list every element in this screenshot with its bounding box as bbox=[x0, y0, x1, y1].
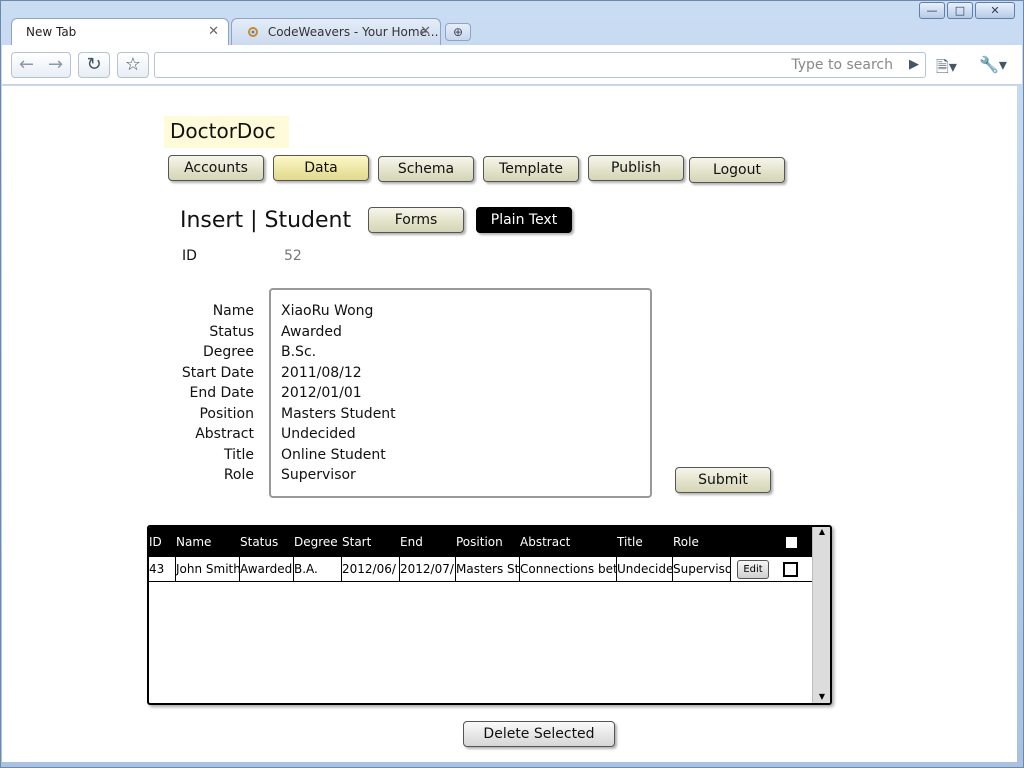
cell-title: Undecide bbox=[617, 557, 673, 582]
cell-position: Masters St bbox=[456, 557, 520, 582]
column-header-abstract[interactable]: Abstract bbox=[520, 535, 570, 549]
field-value-abstract: Undecided bbox=[281, 426, 356, 442]
star-icon[interactable]: ☆ bbox=[117, 52, 149, 78]
field-value-name: XiaoRu Wong bbox=[281, 303, 374, 319]
cell-role: Superviso bbox=[673, 557, 731, 582]
id-value: 52 bbox=[284, 248, 302, 264]
cell-status: Awarded bbox=[240, 557, 294, 582]
id-label: ID bbox=[182, 248, 197, 264]
tab-codeweavers[interactable]: CodeWeavers - Your Home... ✕ bbox=[231, 18, 441, 45]
browser-window: — □ ✕ New Tab ✕ CodeWeavers - Your Home.… bbox=[0, 0, 1024, 768]
field-value-end-date: 2012/01/01 bbox=[281, 385, 362, 401]
cell-abstract: Connections bet bbox=[520, 557, 617, 582]
table-header: ID Name Status Degree Start End Position… bbox=[149, 527, 812, 557]
window-controls: — □ ✕ bbox=[919, 2, 1015, 19]
nav-logout-button[interactable]: Logout bbox=[689, 157, 785, 183]
page-content: DoctorDoc Accounts Data Schema Template … bbox=[2, 86, 1017, 762]
field-value-start-date: 2011/08/12 bbox=[281, 364, 362, 381]
submit-button[interactable]: Submit bbox=[675, 467, 771, 493]
back-forward-group: ← → bbox=[11, 52, 71, 78]
field-label-status: Status bbox=[209, 323, 254, 340]
cell-name: John Smith bbox=[176, 557, 240, 582]
field-label-position: Position bbox=[199, 405, 254, 422]
page-title: Insert | Student bbox=[180, 208, 352, 233]
new-tab-icon[interactable]: ⊕ bbox=[445, 23, 471, 41]
field-label-abstract: Abstract bbox=[195, 426, 254, 442]
nav-publish-button[interactable]: Publish bbox=[588, 155, 684, 181]
select-all-checkbox[interactable] bbox=[786, 537, 797, 548]
nav-data-button[interactable]: Data bbox=[273, 155, 369, 181]
field-value-role: Supervisor bbox=[281, 467, 356, 483]
minimize-icon[interactable]: — bbox=[919, 2, 945, 19]
plain-text-button[interactable]: Plain Text bbox=[476, 207, 572, 233]
scroll-down-icon[interactable]: ▼ bbox=[813, 692, 830, 701]
column-header-role[interactable]: Role bbox=[673, 535, 699, 549]
field-labels: Name Status Degree Start Date End Date P… bbox=[162, 301, 254, 486]
column-header-name[interactable]: Name bbox=[176, 535, 211, 549]
codeweavers-icon bbox=[246, 26, 260, 38]
field-label-title: Title bbox=[223, 446, 254, 463]
plain-text-input[interactable]: XiaoRu Wong Awarded B.Sc. 2011/08/12 201… bbox=[269, 288, 652, 498]
table-row: 43 John Smith Awarded B.A. 2012/06/ 2012… bbox=[149, 557, 812, 582]
row-select-checkbox[interactable] bbox=[783, 562, 798, 577]
edit-button[interactable]: Edit bbox=[737, 560, 769, 579]
field-label-role: Role bbox=[223, 467, 254, 483]
browser-toolbar: ← → ↻ ☆ Type to search ▶ 🗎▾ 🔧▾ bbox=[2, 45, 1022, 85]
field-value-position: Masters Student bbox=[281, 405, 396, 422]
column-header-title[interactable]: Title bbox=[617, 535, 643, 549]
close-window-icon[interactable]: ✕ bbox=[975, 2, 1015, 19]
field-label-name: Name bbox=[212, 303, 254, 319]
column-header-status[interactable]: Status bbox=[240, 535, 278, 549]
field-value-degree: B.Sc. bbox=[281, 344, 317, 360]
field-label-start-date: Start Date bbox=[181, 364, 254, 381]
column-header-end[interactable]: End bbox=[400, 535, 423, 549]
table-scrollbar[interactable]: ▲ ▼ bbox=[812, 527, 830, 703]
column-header-position[interactable]: Position bbox=[456, 535, 503, 549]
maximize-icon[interactable]: □ bbox=[947, 2, 973, 19]
tab-new-tab[interactable]: New Tab ✕ bbox=[11, 18, 229, 45]
arrow-right-icon[interactable]: → bbox=[41, 53, 70, 77]
nav-schema-button[interactable]: Schema bbox=[378, 156, 474, 182]
column-header-degree[interactable]: Degree bbox=[294, 535, 338, 549]
tab-label: New Tab bbox=[26, 25, 77, 39]
field-label-end-date: End Date bbox=[189, 385, 254, 401]
tab-label: CodeWeavers - Your Home... bbox=[267, 25, 439, 39]
field-value-title: Online Student bbox=[281, 446, 386, 463]
records-table: ID Name Status Degree Start End Position… bbox=[147, 525, 832, 705]
nav-accounts-button[interactable]: Accounts bbox=[168, 155, 264, 181]
nav-template-button[interactable]: Template bbox=[483, 156, 579, 182]
page-icon[interactable]: 🗎▾ bbox=[936, 56, 957, 83]
cell-end: 2012/07/ bbox=[400, 557, 456, 582]
column-header-start[interactable]: Start bbox=[342, 535, 371, 549]
delete-selected-button[interactable]: Delete Selected bbox=[463, 721, 615, 747]
cell-degree: B.A. bbox=[294, 557, 342, 582]
forms-button[interactable]: Forms bbox=[368, 207, 464, 233]
reload-icon[interactable]: ↻ bbox=[78, 52, 110, 78]
arrow-left-icon[interactable]: ← bbox=[12, 53, 41, 77]
cell-id: 43 bbox=[149, 557, 176, 582]
search-placeholder: Type to search bbox=[791, 57, 893, 73]
wrench-icon[interactable]: 🔧▾ bbox=[979, 55, 1007, 74]
column-header-id[interactable]: ID bbox=[149, 535, 162, 549]
close-icon[interactable]: ✕ bbox=[420, 24, 431, 39]
address-bar[interactable]: Type to search ▶ bbox=[154, 52, 926, 78]
close-icon[interactable]: ✕ bbox=[208, 24, 219, 39]
field-value-status: Awarded bbox=[281, 323, 342, 340]
cell-start: 2012/06/ bbox=[342, 557, 400, 582]
scroll-up-icon[interactable]: ▲ bbox=[813, 527, 830, 536]
app-logo: DoctorDoc bbox=[164, 116, 289, 148]
play-icon[interactable]: ▶ bbox=[909, 57, 919, 72]
field-label-degree: Degree bbox=[203, 344, 254, 360]
